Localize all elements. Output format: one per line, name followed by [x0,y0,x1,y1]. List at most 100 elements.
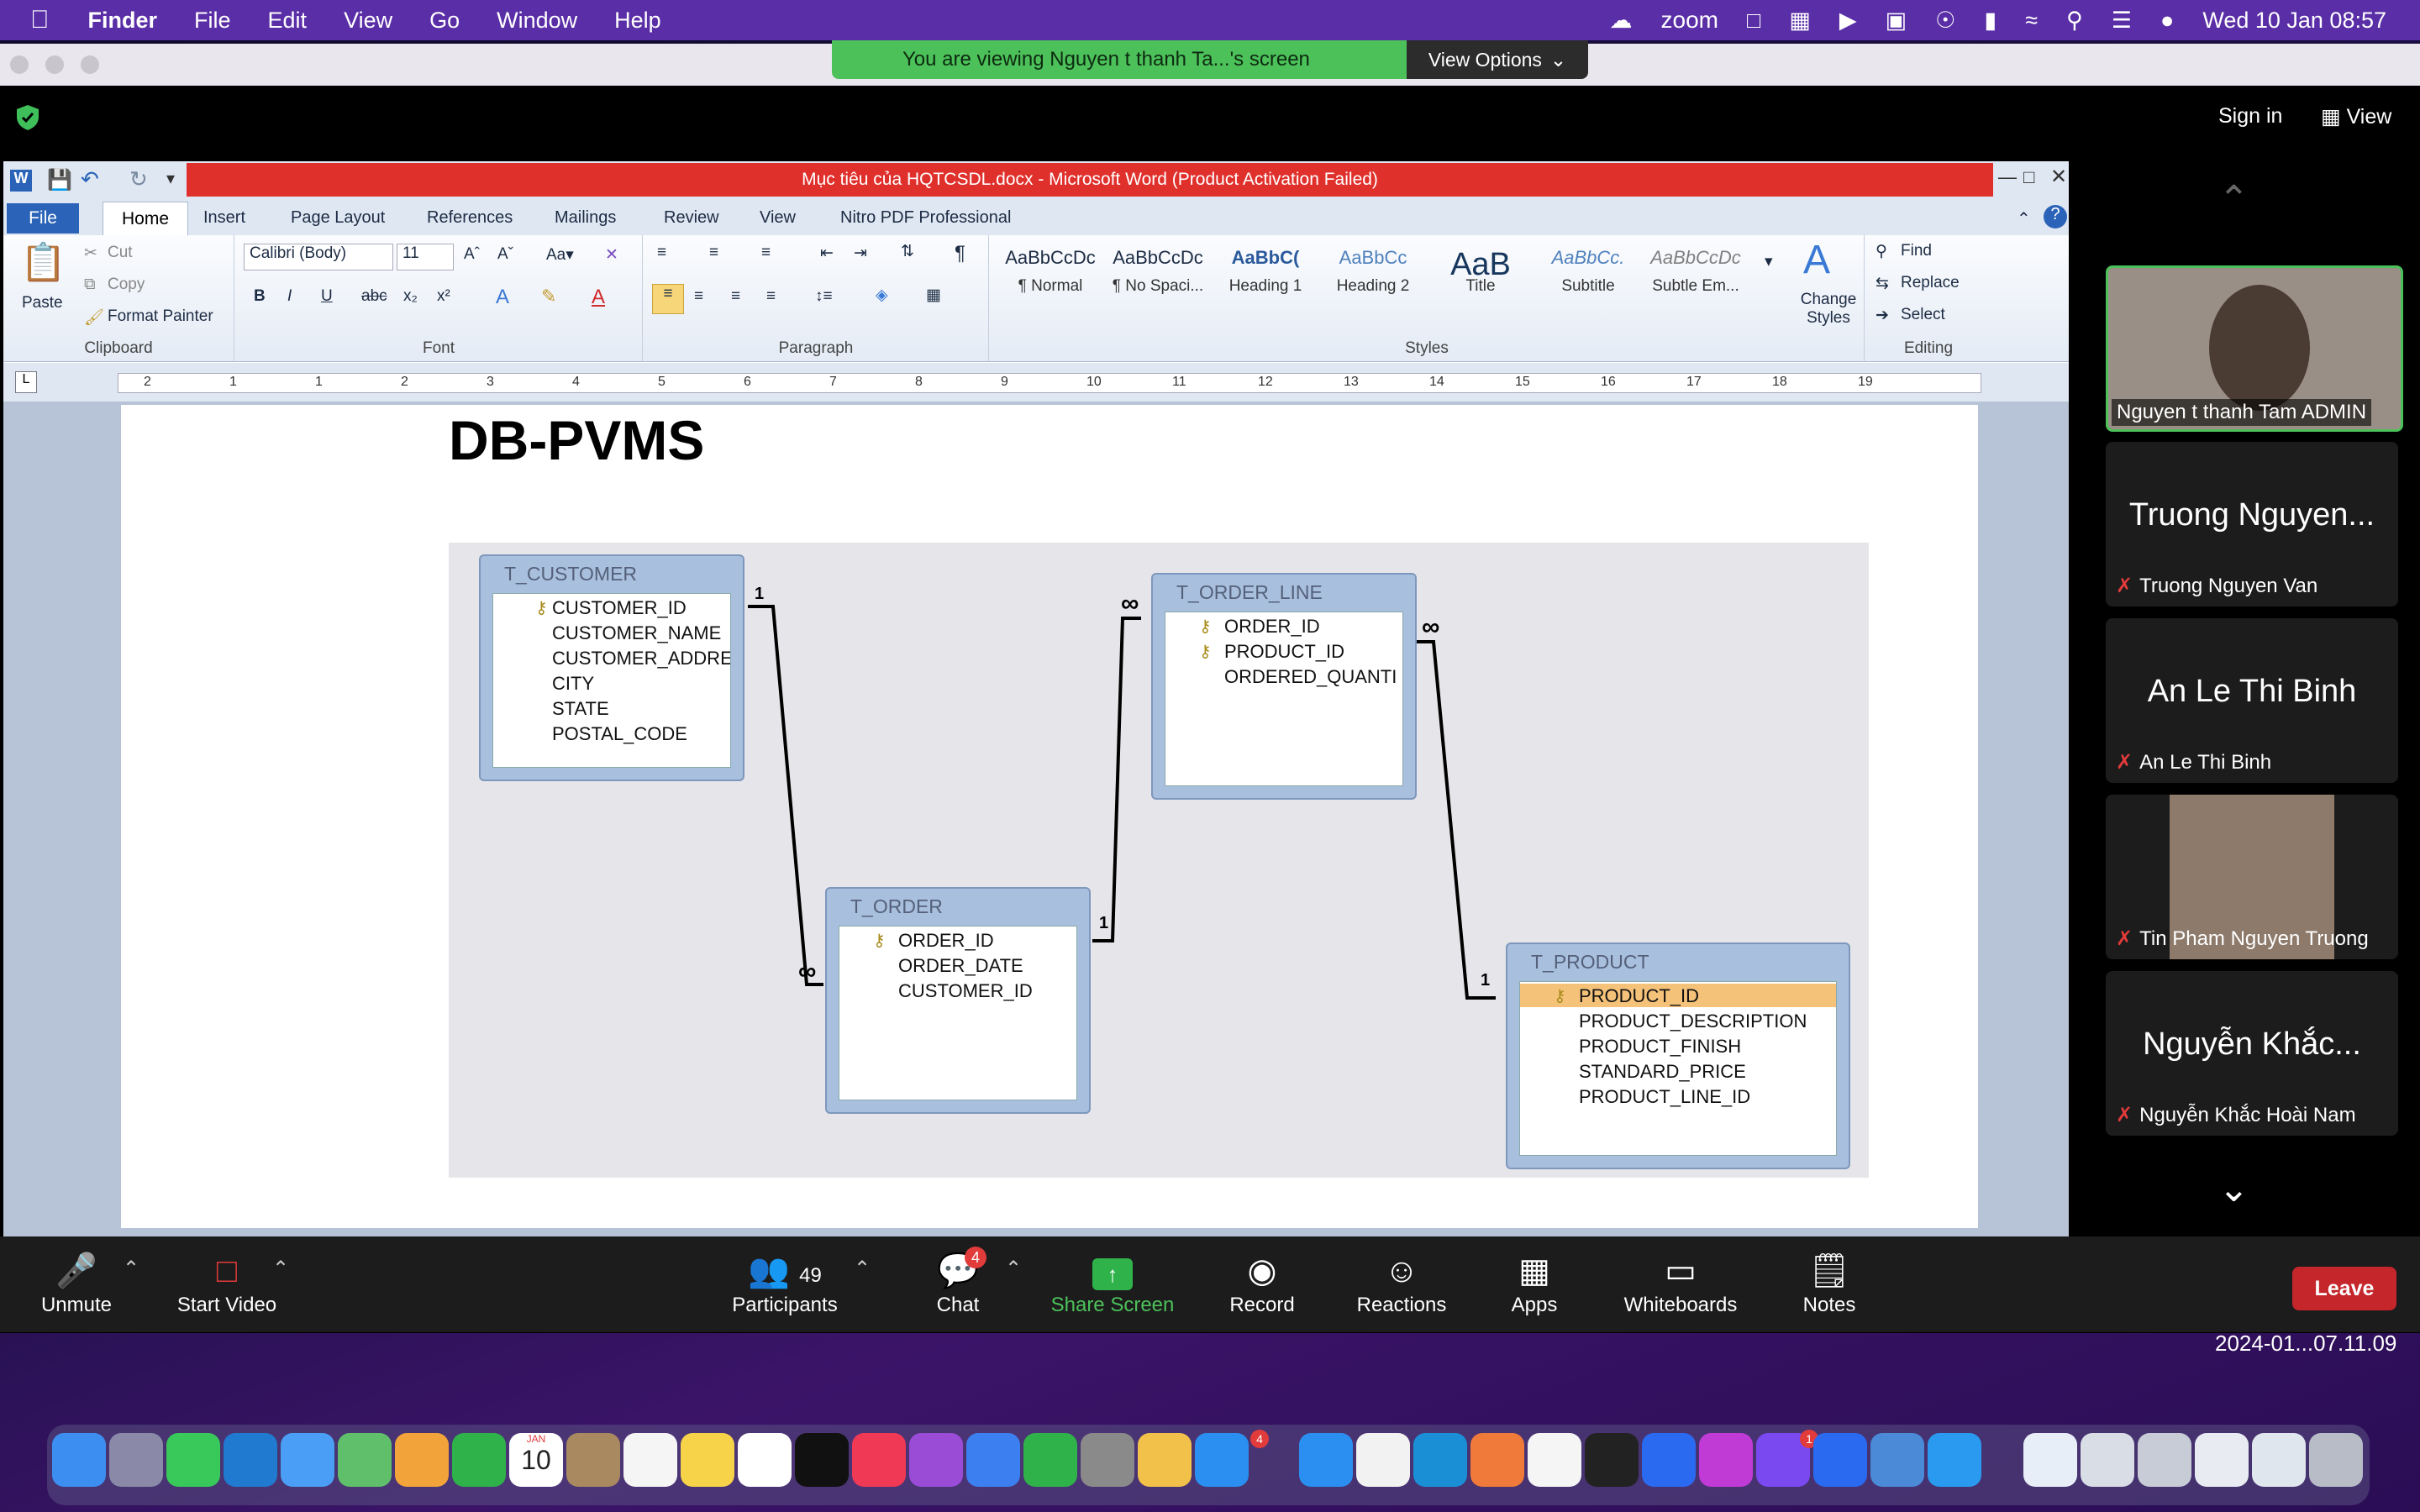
field[interactable]: PRODUCT_FINISH [1579,1036,1741,1058]
zoom-menubar-label[interactable]: zoom [1661,7,1718,34]
participant-tile[interactable]: An Le Thi Binh ✗ An Le Thi Binh [2106,618,2398,783]
chat-chevron-icon[interactable]: ⌃ [1005,1257,1022,1281]
align-right-icon[interactable]: ≡ [731,287,740,306]
recent-window-thumbnail[interactable] [2252,1433,2306,1487]
recent-window-thumbnail[interactable] [2081,1433,2134,1487]
bullets-icon[interactable]: ≡ [657,244,666,262]
strikethrough-icon[interactable]: abc [361,287,387,306]
view-options-button[interactable]: View Options ⌄ [1407,40,1588,79]
safari-icon[interactable] [1299,1433,1353,1487]
sort-icon[interactable]: ⇅ [901,242,914,261]
superscript-icon[interactable]: x² [437,287,450,306]
sketch-icon[interactable] [1138,1433,1192,1487]
leave-button[interactable]: Leave [2292,1267,2396,1310]
change-styles-icon[interactable]: A [1803,237,1830,283]
pen-app-icon[interactable] [1470,1433,1524,1487]
chevron-down-icon[interactable]: ⌄ [2218,1168,2249,1210]
field[interactable]: POSTAL_CODE [552,723,687,745]
field[interactable]: ORDERED_QUANTI [1224,666,1397,688]
mongodb-icon[interactable] [1528,1433,1581,1487]
weather-icon[interactable]: ☁ [1610,8,1633,34]
tab-insert[interactable]: Insert [203,208,245,228]
mysql-workbench-icon[interactable] [1870,1433,1924,1487]
undo-icon[interactable]: ↶ [81,166,99,192]
search-icon[interactable]: ⚲ [2066,8,2083,34]
highlight-icon[interactable]: ✎ [541,286,556,307]
change-styles-button[interactable]: Change Styles [1795,291,1862,328]
tab-page-layout[interactable]: Page Layout [291,208,385,228]
recent-window-thumbnail[interactable] [2195,1433,2249,1487]
subscript-icon[interactable]: x₂ [403,287,418,306]
apple-tv-icon[interactable] [795,1433,849,1487]
clear-formatting-icon[interactable]: ✕ [605,245,618,265]
word-app-icon[interactable]: W [10,170,32,192]
styles-scroll-icon[interactable]: ▾ [1765,252,1773,271]
help-icon[interactable]: ? [2044,205,2067,228]
vivaldi-icon[interactable] [1699,1433,1753,1487]
keynote-icon[interactable] [966,1433,1020,1487]
launchpad-icon[interactable] [109,1433,163,1487]
menu-window[interactable]: Window [497,8,577,34]
participants-button[interactable]: 👥 49 Participants [726,1248,844,1317]
decrease-indent-icon[interactable]: ⇤ [820,244,834,263]
facetime-icon[interactable] [452,1433,506,1487]
tab-home[interactable]: Home [103,202,188,236]
copy-button[interactable]: Copy [108,276,145,294]
table-order[interactable]: T_ORDER ⚷ ORDER_ID ORDER_DATE CUSTOMER_I… [825,887,1091,1114]
word-restore-icon[interactable]: □ [2023,166,2034,188]
maps-icon[interactable] [338,1433,392,1487]
clock-text[interactable]: Wed 10 Jan 08:57 [2202,8,2386,34]
tab-view[interactable]: View [760,208,796,228]
whiteboards-button[interactable]: ▭ Whiteboards [1617,1248,1744,1317]
font-name-select[interactable]: Calibri (Body) [244,244,393,270]
messages-icon[interactable] [166,1433,220,1487]
cut-button[interactable]: Cut [108,244,133,262]
video-options-chevron-icon[interactable]: ⌃ [272,1257,289,1281]
field[interactable]: PRODUCT_ID [1579,985,1699,1007]
pilcrow-icon[interactable]: ¶ [955,242,965,265]
chrome-icon[interactable] [1356,1433,1410,1487]
trash-icon[interactable] [2309,1433,2363,1487]
music-icon[interactable] [852,1433,906,1487]
docker-icon[interactable] [1928,1433,1981,1487]
view-layout-button[interactable]: ▦ View [2321,104,2391,129]
menu-app-name[interactable]: Finder [88,8,158,34]
style-subtle-emphasis[interactable]: AaBbCcDc Subtle Em... [1644,247,1748,296]
control-center-icon[interactable]: ☰ [2112,8,2132,34]
participant-tile[interactable]: ✗ Tin Pham Nguyen Truong [2106,795,2398,959]
shading-icon[interactable]: ◈ [876,286,888,305]
font-size-select[interactable]: 11 [397,244,454,270]
text-effects-icon[interactable]: A [496,286,509,309]
participants-chevron-icon[interactable]: ⌃ [854,1257,871,1281]
tab-selector[interactable]: L [15,371,37,393]
shrink-font-icon[interactable]: Aˇ [497,245,513,264]
font-color-icon[interactable]: A [592,286,605,309]
calendar-icon[interactable]: JAN 10 [509,1433,563,1487]
field[interactable]: STATE [552,698,609,720]
grow-font-icon[interactable]: Aˆ [464,245,480,264]
find-button[interactable]: Find [1901,242,1932,260]
battery-icon[interactable]: ▮ [1984,8,1996,34]
security-shield-icon[interactable] [15,104,40,131]
style-no-spacing[interactable]: AaBbCcDc ¶ No Spaci... [1106,247,1210,296]
style-subtitle[interactable]: AaBbCc. Subtitle [1536,247,1640,296]
wifi-icon[interactable]: ≈ [2025,8,2038,34]
paste-icon[interactable]: 📋 [20,240,66,284]
table-customer[interactable]: T_CUSTOMER ⚷ CUSTOMER_ID CUSTOMER_NAME C… [479,554,744,781]
replace-button[interactable]: Replace [1901,274,1960,292]
align-center-icon[interactable]: ≡ [694,287,703,306]
italic-icon[interactable]: I [287,287,292,306]
unmute-button[interactable]: 🎤 Unmute [30,1248,123,1317]
field[interactable]: PRODUCT_ID [1224,641,1344,663]
tab-nitro-pdf[interactable]: Nitro PDF Professional [840,208,1011,228]
accessibility-icon[interactable]: ☉ [1935,8,1955,34]
word-close-icon[interactable]: ✕ [2050,165,2067,189]
field[interactable]: ORDER_DATE [898,955,1023,977]
horizontal-ruler[interactable]: 2 1 1 2 3 4 5 6 7 8 9 10 11 12 13 14 15 16 17 18 19 [118,373,1981,393]
line-spacing-icon[interactable]: ↕≡ [815,287,833,306]
menu-help[interactable]: Help [614,8,661,34]
borders-icon[interactable]: ▦ [926,286,941,305]
field[interactable]: ORDER_ID [898,930,994,952]
paste-button[interactable]: Paste [22,294,63,312]
system-settings-icon[interactable] [1081,1433,1134,1487]
